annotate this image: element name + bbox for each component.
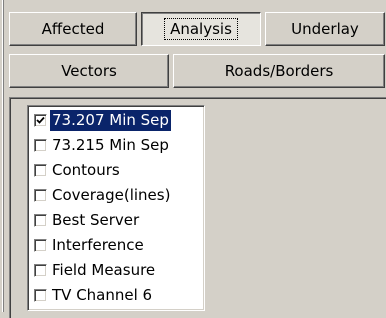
layer-checklist[interactable]: 73.207 Min Sep 73.215 Min Sep Contours C… <box>27 105 205 311</box>
tab-vectors[interactable]: Vectors <box>9 54 169 88</box>
tab-underlay[interactable]: Underlay <box>265 12 385 46</box>
tab-vectors-label: Vectors <box>61 62 117 80</box>
checkbox[interactable] <box>34 188 47 202</box>
tab-analysis-label: Analysis <box>164 18 238 40</box>
tab-analysis[interactable]: Analysis <box>141 12 261 46</box>
checkbox[interactable] <box>34 113 47 127</box>
list-item-label: Contours <box>52 160 120 179</box>
list-item-label: Interference <box>52 235 144 254</box>
list-item-label: 73.215 Min Sep <box>52 135 169 154</box>
list-item[interactable]: Contours <box>30 158 202 182</box>
tab-roads-borders[interactable]: Roads/Borders <box>173 54 385 88</box>
list-item[interactable]: Interference <box>30 233 202 257</box>
checkbox[interactable] <box>34 288 47 302</box>
list-item[interactable]: Coverage(lines) <box>30 183 202 207</box>
tab-affected[interactable]: Affected <box>9 12 137 46</box>
list-item[interactable]: Field Measure <box>30 258 202 282</box>
list-item-label: TV Channel 6 <box>52 285 153 304</box>
list-item-label: Best Server <box>52 210 140 229</box>
checkbox[interactable] <box>34 238 47 252</box>
list-item[interactable]: 73.207 Min Sep <box>30 108 202 132</box>
list-item-label: Coverage(lines) <box>52 185 171 204</box>
list-item[interactable]: Best Server <box>30 208 202 232</box>
list-item[interactable]: TV Channel 6 <box>30 283 202 307</box>
checkmark-icon <box>36 116 45 124</box>
window-edge <box>2 0 4 312</box>
checkbox[interactable] <box>34 163 47 177</box>
checkbox[interactable] <box>34 263 47 277</box>
list-item-label: Field Measure <box>52 260 156 279</box>
options-window: Affected Analysis Underlay Vectors Roads… <box>0 0 386 318</box>
tab-underlay-label: Underlay <box>291 20 359 38</box>
list-item-label: 73.207 Min Sep <box>50 109 171 131</box>
list-item[interactable]: 73.215 Min Sep <box>30 133 202 157</box>
checkbox[interactable] <box>34 138 47 152</box>
tab-roads-borders-label: Roads/Borders <box>224 62 334 80</box>
tab-affected-label: Affected <box>41 20 105 38</box>
checkbox[interactable] <box>34 213 47 227</box>
